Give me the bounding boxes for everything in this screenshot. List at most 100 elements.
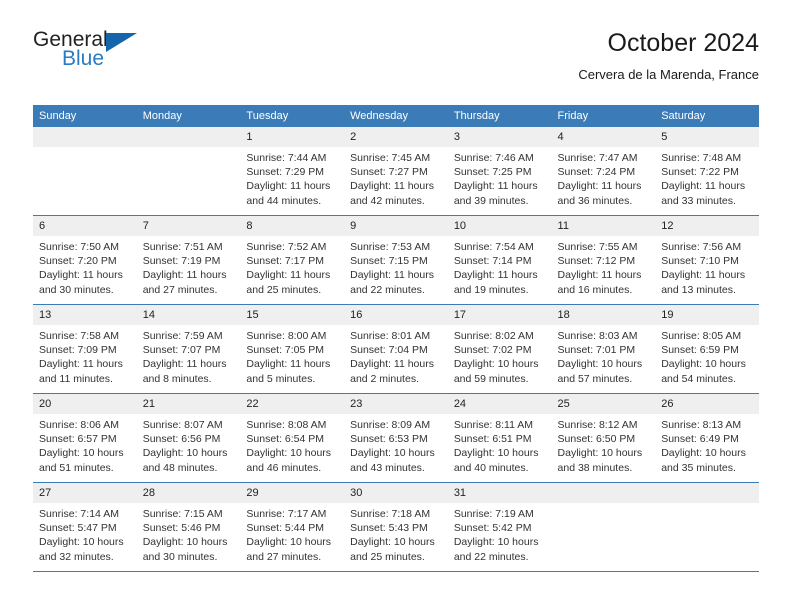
sunrise-time: Sunrise: 7:58 AM [39,330,119,342]
sunset-time: Sunset: 7:07 PM [142,344,221,357]
calendar-day-cell[interactable]: 29 Sunrise: 7:17 AM Sunset: 5:44 PM Dayligh… [240,482,345,572]
calendar-day-cell[interactable]: 2 Sunrise: 7:45 AM Sunset: 7:27 PM Daylight… [344,127,448,216]
sunset-time: Sunset: 5:46 PM [142,522,221,535]
day-number [655,483,759,503]
day-sun-info: Sunrise: 7:53 AM Sunset: 7:15 PM Daylight:… [344,236,448,297]
calendar-day-cell[interactable]: 24 Sunrise: 8:11 AM Sunset: 6:51 PM Dayligh… [447,393,552,483]
daylight-duration-line2: and 25 minutes. [246,283,322,296]
day-sun-info: Sunrise: 7:17 AM Sunset: 5:44 PM Daylight:… [240,503,344,564]
calendar-day-cell[interactable]: 25 Sunrise: 8:12 AM Sunset: 6:50 PM Dayligh… [551,393,656,483]
daylight-duration-line2: and 33 minutes. [661,194,736,207]
calendar-day-cell[interactable]: 11 Sunrise: 7:55 AM Sunset: 7:12 PM Dayligh… [551,215,656,305]
calendar-day-cell[interactable]: 10 Sunrise: 7:54 AM Sunset: 7:14 PM Dayligh… [447,215,552,305]
calendar-day-cell[interactable]: 17 Sunrise: 8:02 AM Sunset: 7:02 PM Dayligh… [447,304,552,394]
day-number [551,483,656,503]
sunrise-time: Sunrise: 8:11 AM [453,419,533,431]
generalblue-logo[interactable]: General Blue [33,28,233,88]
calendar-day-cell[interactable]: 28 Sunrise: 7:15 AM Sunset: 5:46 PM Dayligh… [136,482,241,572]
calendar-day-cell[interactable]: 31 Sunrise: 7:19 AM Sunset: 5:42 PM Dayligh… [447,482,552,572]
sunrise-time: Sunrise: 7:17 AM [246,508,327,520]
sunrise-time: Sunrise: 8:02 AM [453,330,534,342]
day-sun-info: Sunrise: 7:19 AM Sunset: 5:42 PM Daylight:… [448,503,552,564]
daylight-duration-line2: and 22 minutes. [350,283,425,296]
sunrise-time: Sunrise: 7:48 AM [661,152,742,164]
sunset-time: Sunset: 7:20 PM [39,255,117,268]
calendar-day-cell[interactable]: 22 Sunrise: 8:08 AM Sunset: 6:54 PM Dayligh… [240,393,345,483]
day-number: 13 [33,305,137,325]
sunrise-time: Sunrise: 7:47 AM [557,152,638,164]
daylight-duration-line1: Daylight: 10 hours [350,447,435,460]
sunrise-time: Sunrise: 8:13 AM [661,419,742,431]
day-sun-info: Sunrise: 7:45 AM Sunset: 7:27 PM Daylight:… [344,147,448,208]
daylight-duration-line2: and 57 minutes. [557,372,633,385]
day-sun-info: Sunrise: 8:12 AM Sunset: 6:50 PM Daylight:… [552,414,656,475]
calendar-day-cell[interactable]: 15 Sunrise: 8:00 AM Sunset: 7:05 PM Dayligh… [240,304,345,394]
day-number: 29 [240,483,345,503]
calendar-day-cell[interactable]: 4 Sunrise: 7:47 AM Sunset: 7:24 PM Daylight… [551,127,656,216]
daylight-duration-line1: Daylight: 10 hours [661,447,746,460]
day-sun-info: Sunrise: 7:50 AM Sunset: 7:20 PM Daylight:… [33,236,137,297]
calendar-day-cell[interactable]: 3 Sunrise: 7:46 AM Sunset: 7:25 PM Daylight… [447,127,552,216]
calendar-day-cell[interactable]: 26 Sunrise: 8:13 AM Sunset: 6:49 PM Dayligh… [655,393,759,483]
day-number: 7 [136,216,241,236]
calendar-day-cell[interactable]: 16 Sunrise: 8:01 AM Sunset: 7:04 PM Dayligh… [344,304,448,394]
page-header: General Blue October 2024 Cervera de la … [33,28,759,100]
calendar-day-cell[interactable]: 23 Sunrise: 8:09 AM Sunset: 6:53 PM Dayligh… [344,393,448,483]
calendar-day-cell[interactable]: 27 Sunrise: 7:14 AM Sunset: 5:47 PM Dayligh… [33,482,137,572]
daylight-duration-line2: and 19 minutes. [453,283,529,296]
calendar-day-cell[interactable]: 5 Sunrise: 7:48 AM Sunset: 7:22 PM Daylight… [655,127,759,216]
day-number: 14 [136,305,241,325]
calendar-day-cell[interactable]: 1 Sunrise: 7:44 AM Sunset: 7:29 PM Daylight… [240,127,345,216]
calendar-day-cell[interactable]: 9 Sunrise: 7:53 AM Sunset: 7:15 PM Daylight… [344,215,448,305]
daylight-duration-line1: Daylight: 11 hours [661,269,746,282]
calendar-day-cell[interactable]: 14 Sunrise: 7:59 AM Sunset: 7:07 PM Dayligh… [136,304,241,394]
sunrise-time: Sunrise: 8:03 AM [557,330,638,342]
calendar-day-cell[interactable]: 20 Sunrise: 8:06 AM Sunset: 6:57 PM Dayligh… [33,393,137,483]
day-sun-info: Sunrise: 7:59 AM Sunset: 7:07 PM Daylight:… [137,325,241,386]
sunrise-time: Sunrise: 8:07 AM [142,419,223,431]
daylight-duration-line2: and 36 minutes. [557,194,633,207]
daylight-duration-line1: Daylight: 11 hours [453,269,538,282]
weekday-header-thursday: Thursday [447,105,552,127]
daylight-duration-line1: Daylight: 10 hours [39,536,124,549]
sunrise-time: Sunrise: 8:00 AM [246,330,327,342]
day-number: 5 [655,127,759,147]
sunset-time: Sunset: 7:27 PM [350,166,428,179]
sunrise-time: Sunrise: 8:08 AM [246,419,327,431]
calendar-day-cell[interactable]: 18 Sunrise: 8:03 AM Sunset: 7:01 PM Dayligh… [551,304,656,394]
calendar-day-cell[interactable]: 6 Sunrise: 7:50 AM Sunset: 7:20 PM Daylight… [33,215,137,305]
sunset-time: Sunset: 6:56 PM [142,433,221,446]
sunset-time: Sunset: 7:29 PM [246,166,325,179]
calendar-day-cell[interactable]: 12 Sunrise: 7:56 AM Sunset: 7:10 PM Dayligh… [655,215,759,305]
weekday-header-tuesday: Tuesday [240,105,345,127]
day-number: 22 [240,394,345,414]
sunrise-time: Sunrise: 7:52 AM [246,241,327,253]
calendar-day-cell[interactable]: 8 Sunrise: 7:52 AM Sunset: 7:17 PM Daylight… [240,215,345,305]
weekday-header-saturday: Saturday [655,105,759,127]
day-number: 1 [240,127,345,147]
calendar-page: General Blue October 2024 Cervera de la … [0,0,792,612]
calendar-day-cell[interactable]: 30 Sunrise: 7:18 AM Sunset: 5:43 PM Dayligh… [344,482,448,572]
weekday-header-wednesday: Wednesday [344,105,448,127]
sunset-time: Sunset: 6:54 PM [246,433,325,446]
calendar-day-cell[interactable]: 19 Sunrise: 8:05 AM Sunset: 6:59 PM Dayligh… [655,304,759,394]
daylight-duration-line2: and 48 minutes. [142,461,218,474]
daylight-duration-line1: Daylight: 10 hours [39,447,124,460]
daylight-duration-line1: Daylight: 11 hours [557,269,642,282]
day-number: 4 [551,127,656,147]
calendar-grid-wrapper: Sunday Monday Tuesday Wednesday Thursday… [33,105,759,572]
daylight-duration-line1: Daylight: 11 hours [142,358,227,371]
calendar-day-cell[interactable]: 13 Sunrise: 7:58 AM Sunset: 7:09 PM Dayligh… [33,304,137,394]
day-number: 25 [551,394,656,414]
calendar-day-cell[interactable]: 21 Sunrise: 8:07 AM Sunset: 6:56 PM Dayligh… [136,393,241,483]
day-number: 16 [344,305,448,325]
day-number: 31 [447,483,552,503]
sunrise-time: Sunrise: 7:18 AM [350,508,431,520]
calendar-day-cell[interactable]: 7 Sunrise: 7:51 AM Sunset: 7:19 PM Daylight… [136,215,241,305]
daylight-duration-line2: and 40 minutes. [453,461,529,474]
calendar-week-row: 13 Sunrise: 7:58 AM Sunset: 7:09 PM Dayligh… [33,304,759,394]
day-sun-info: Sunrise: 7:56 AM Sunset: 7:10 PM Daylight:… [655,236,759,297]
daylight-duration-line1: Daylight: 10 hours [142,447,228,460]
sunrise-time: Sunrise: 8:12 AM [557,419,638,431]
daylight-duration-line1: Daylight: 10 hours [557,447,643,460]
